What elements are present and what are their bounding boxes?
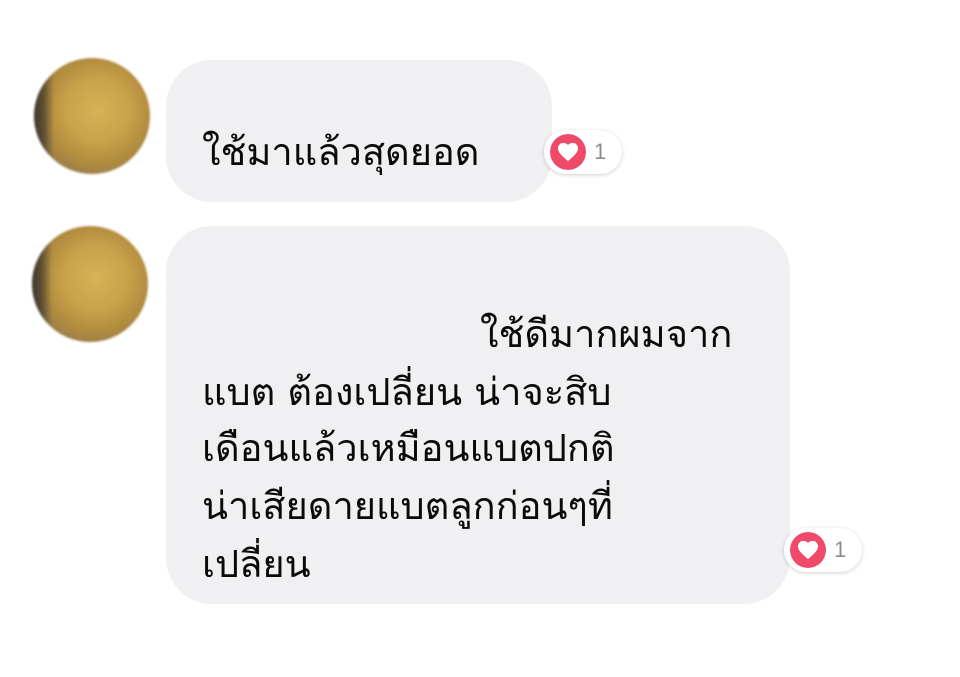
heart-icon (790, 532, 826, 568)
avatar[interactable] (32, 226, 148, 342)
message-line: น่าเสียดายแบตลูกก่อนๆที่ (202, 484, 613, 528)
heart-icon (550, 134, 586, 170)
message-line: แบต ต้องเปลี่ยน น่าจะสิบ (202, 370, 612, 414)
message-line: ใช้ดีมากผมจาก (480, 312, 733, 356)
message-text: ใช้มาแล้วสุดยอด (202, 130, 480, 174)
reaction-count: 1 (594, 139, 607, 164)
message-line: เปลี่ยน (202, 542, 311, 586)
reaction-badge[interactable]: 1 (784, 528, 862, 572)
avatar[interactable] (34, 58, 150, 174)
reaction-badge[interactable]: 1 (544, 130, 622, 174)
message-bubble[interactable]: ใช้ดีมากผมจาก แบต ต้องเปลี่ยน น่าจะสิบ เ… (166, 226, 790, 604)
reaction-count: 1 (834, 537, 847, 562)
message-bubble[interactable]: ใช้มาแล้วสุดยอด (166, 60, 552, 202)
message-line: เดือนแล้วเหมือนแบตปกติ (202, 426, 615, 470)
